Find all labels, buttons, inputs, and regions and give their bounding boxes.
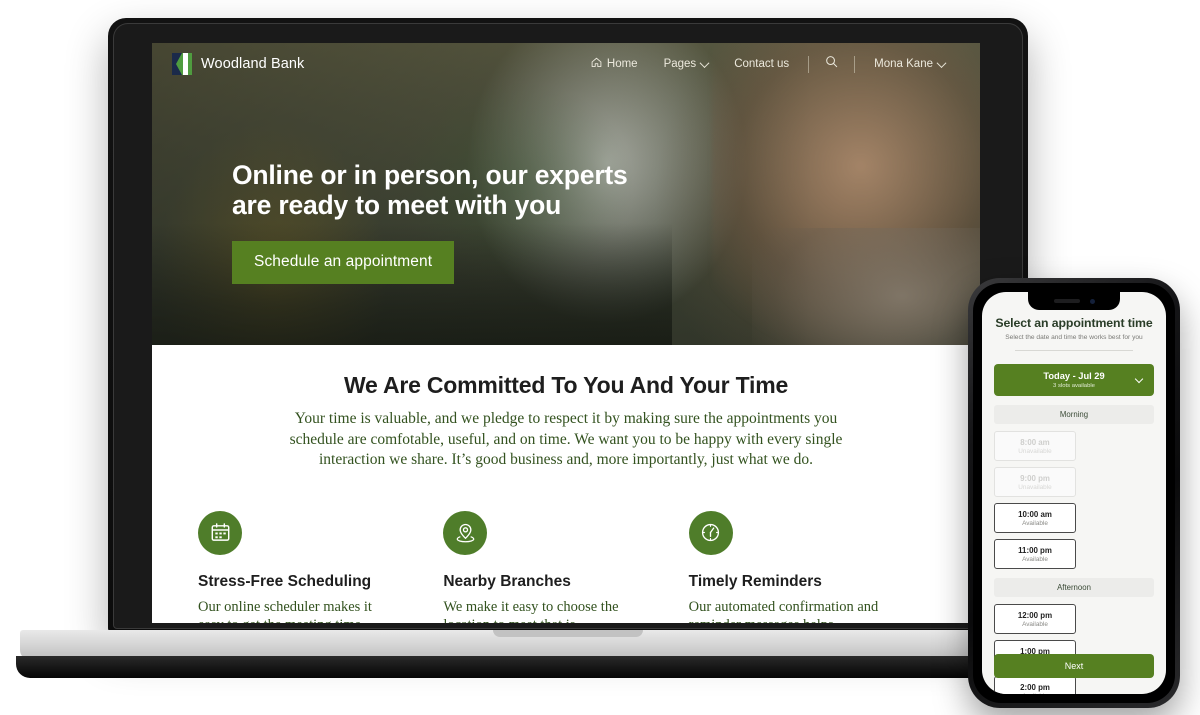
hero-headline: Online or in person, our experts are rea… bbox=[232, 160, 628, 220]
screenshot-stage: Woodland Bank Home Pages Contact us Mona… bbox=[0, 0, 1200, 715]
content-section: We Are Committed To You And Your Time Yo… bbox=[152, 345, 980, 623]
time-slot-time: 2:00 pm bbox=[1020, 682, 1050, 692]
feature-card-title: Timely Reminders bbox=[688, 572, 822, 590]
laptop-base-notch bbox=[493, 630, 643, 637]
time-slot-time: 9:00 pm bbox=[1020, 473, 1050, 483]
feature-card: Stress-Free Scheduling Our online schedu… bbox=[198, 510, 443, 623]
time-slot[interactable]: 12:00 pm Available bbox=[994, 604, 1076, 634]
date-selector-label: Today - Jul 29 bbox=[1043, 371, 1105, 382]
time-slot: 9:00 pm Unavailable bbox=[994, 467, 1076, 497]
nav-item-home[interactable]: Home bbox=[578, 57, 651, 71]
section-body: Your time is valuable, and we pledge to … bbox=[289, 410, 843, 469]
chevron-down-icon bbox=[699, 57, 710, 68]
laptop-foot bbox=[16, 656, 1120, 678]
site-navbar: Woodland Bank Home Pages Contact us Mona… bbox=[152, 43, 980, 85]
feature-card: Timely Reminders Our automated confirmat… bbox=[688, 510, 934, 623]
hero-section: Woodland Bank Home Pages Contact us Mona… bbox=[152, 43, 980, 345]
time-slot[interactable]: 2:00 pm Available bbox=[994, 676, 1076, 694]
laptop-device: Woodland Bank Home Pages Contact us Mona… bbox=[16, 18, 1120, 678]
time-slot-state: Available bbox=[1022, 693, 1048, 695]
time-slot-time: 10:00 am bbox=[1018, 509, 1052, 519]
time-slot-state: Available bbox=[1022, 555, 1048, 563]
nav-divider-left bbox=[808, 55, 810, 73]
time-slot-time: 8:00 am bbox=[1020, 437, 1050, 447]
schedule-appointment-button[interactable]: Schedule an appointment bbox=[232, 241, 455, 285]
search-icon bbox=[825, 55, 838, 73]
next-button[interactable]: Next bbox=[994, 654, 1154, 678]
navbar-right: Home Pages Contact us Mona Kane bbox=[578, 55, 958, 73]
time-slot-list-morning: 8:00 am Unavailable 9:00 pm Unavailable … bbox=[994, 431, 1154, 569]
time-slot-time: 11:00 pm bbox=[1018, 545, 1052, 555]
camera-icon bbox=[1089, 298, 1095, 304]
hero-headline-line-1: Online or in person, our experts bbox=[232, 160, 628, 190]
appointment-picker: Select an appointment time Select the da… bbox=[982, 292, 1166, 694]
feature-card-title: Nearby Branches bbox=[443, 572, 571, 590]
date-selector[interactable]: Today - Jul 29 3 slots available bbox=[994, 364, 1154, 396]
search-button[interactable] bbox=[815, 55, 848, 73]
brand[interactable]: Woodland Bank bbox=[172, 53, 304, 75]
laptop-lid: Woodland Bank Home Pages Contact us Mona… bbox=[108, 18, 1028, 634]
feature-card: Nearby Branches We make it easy to choos… bbox=[443, 510, 688, 623]
chevron-down-icon bbox=[936, 57, 947, 68]
laptop-screen: Woodland Bank Home Pages Contact us Mona… bbox=[152, 43, 980, 623]
appointment-picker-subtitle: Select the date and time the works best … bbox=[1005, 334, 1143, 341]
speaker-icon bbox=[1053, 299, 1080, 303]
time-slot-state: Unavailable bbox=[1018, 483, 1052, 491]
time-slot[interactable]: 11:00 pm Available bbox=[994, 539, 1076, 569]
feature-card-title: Stress-Free Scheduling bbox=[198, 572, 372, 590]
nav-item-pages[interactable]: Pages bbox=[651, 57, 722, 70]
feature-card-text: Our online scheduler makes it easy to ge… bbox=[198, 598, 372, 623]
date-selector-slots-note: 3 slots available bbox=[1053, 382, 1095, 389]
feature-cards: Stress-Free Scheduling Our online schedu… bbox=[198, 510, 934, 623]
brand-name: Woodland Bank bbox=[201, 56, 305, 72]
nav-item-pages-label: Pages bbox=[663, 58, 697, 70]
time-slot: 8:00 am Unavailable bbox=[994, 431, 1076, 461]
phone-device: Select an appointment time Select the da… bbox=[968, 278, 1180, 708]
feature-card-text: We make it easy to choose the location t… bbox=[443, 598, 619, 623]
time-slot-time: 12:00 pm bbox=[1017, 610, 1053, 620]
appointment-picker-title: Select an appointment time bbox=[995, 316, 1153, 330]
daypart-header-afternoon: Afternoon bbox=[994, 578, 1154, 597]
account-menu[interactable]: Mona Kane bbox=[861, 57, 958, 70]
nav-item-home-label: Home bbox=[606, 58, 638, 70]
time-slot-state: Available bbox=[1022, 620, 1048, 628]
phone-notch bbox=[1028, 292, 1120, 310]
divider bbox=[1015, 350, 1133, 351]
home-icon bbox=[591, 57, 602, 71]
chevron-down-icon bbox=[1134, 374, 1144, 384]
time-slot-state: Available bbox=[1022, 519, 1048, 527]
nav-divider-right bbox=[854, 55, 856, 73]
account-name-label: Mona Kane bbox=[874, 58, 933, 70]
clock-icon bbox=[688, 510, 733, 555]
hero-copy: Online or in person, our experts are rea… bbox=[232, 160, 628, 285]
phone-shell: Select an appointment time Select the da… bbox=[968, 278, 1180, 708]
map-pin-icon bbox=[443, 510, 488, 555]
daypart-header-morning: Morning bbox=[994, 405, 1154, 424]
time-slot-state: Unavailable bbox=[1018, 447, 1052, 455]
feature-card-text: Our automated confirmation and reminder … bbox=[688, 598, 879, 623]
time-slot-list-afternoon: 12:00 pm Available 1:00 pm Available 2:0… bbox=[994, 604, 1154, 694]
woodland-bank-logo-icon bbox=[172, 53, 192, 75]
phone-screen: Select an appointment time Select the da… bbox=[982, 292, 1166, 694]
section-title: We Are Committed To You And Your Time bbox=[343, 372, 789, 398]
time-slot[interactable]: 10:00 am Available bbox=[994, 503, 1076, 533]
phone-bezel: Select an appointment time Select the da… bbox=[973, 283, 1175, 703]
laptop-bezel: Woodland Bank Home Pages Contact us Mona… bbox=[113, 23, 1023, 629]
calendar-icon bbox=[198, 510, 242, 555]
nav-item-contact-label: Contact us bbox=[734, 58, 790, 70]
nav-item-contact-us[interactable]: Contact us bbox=[721, 58, 802, 70]
hero-headline-line-2: are ready to meet with you bbox=[232, 189, 562, 220]
